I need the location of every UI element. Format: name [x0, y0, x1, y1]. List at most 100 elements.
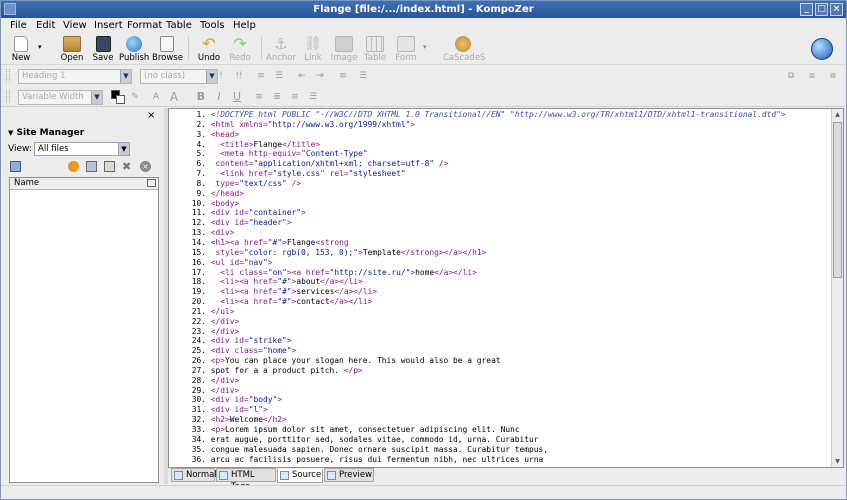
link-button[interactable]: ⛓ Link: [298, 36, 328, 64]
form-dropdown-icon[interactable]: ▾: [423, 43, 427, 51]
code-line[interactable]: 14. <h1><a href="#">Flange<strong: [169, 238, 831, 248]
code-line[interactable]: 6. content="application/xhtml+xml; chars…: [169, 159, 831, 169]
collapse-triangle-icon[interactable]: ▼: [8, 129, 13, 137]
code-line[interactable]: 34. erat augue, porttitor sed, sodales v…: [169, 435, 831, 445]
stack-up-icon[interactable]: ⧈: [805, 69, 819, 83]
open-button[interactable]: Open: [57, 36, 87, 64]
code-line[interactable]: 13. <div>: [169, 228, 831, 238]
menu-help[interactable]: Help: [233, 19, 256, 32]
code-line[interactable]: 33. <p>Lorem ipsum dolor sit amet, conse…: [169, 425, 831, 435]
source-editor[interactable]: 1. <!DOCTYPE html PUBLIC "-//W3C//DTD XH…: [168, 108, 844, 468]
code-line[interactable]: 27. spot for a a product pitch. </p>: [169, 366, 831, 376]
code-line[interactable]: 20. <li><a href="#">contact</a></li>: [169, 297, 831, 307]
close-panel-icon[interactable]: ×: [147, 110, 155, 121]
cascades-button[interactable]: CaScadeS: [443, 36, 485, 64]
code-line[interactable]: 9. </head>: [169, 189, 831, 199]
menu-tools[interactable]: Tools: [200, 19, 225, 32]
code-line[interactable]: 30. <div id="body">: [169, 395, 831, 405]
code-line[interactable]: 17. <li class="on"><a href="http://site.…: [169, 268, 831, 278]
maximize-button[interactable]: □: [815, 3, 828, 16]
code-line[interactable]: 11. <div id="container">: [169, 208, 831, 218]
underline-icon[interactable]: U: [230, 90, 244, 104]
column-picker-icon[interactable]: [147, 179, 156, 187]
redo-button[interactable]: ↷ Redo: [225, 36, 255, 64]
outdent-icon[interactable]: ⇤: [295, 69, 309, 83]
class-select[interactable]: (no class) ▼: [140, 69, 218, 84]
new-folder-icon[interactable]: [86, 161, 97, 172]
stack-down-icon[interactable]: ⧇: [826, 69, 840, 83]
source-code[interactable]: 1. <!DOCTYPE html PUBLIC "-//W3C//DTD XH…: [169, 109, 831, 467]
scroll-up-icon[interactable]: ▲: [832, 109, 843, 120]
globe-icon[interactable]: [811, 38, 833, 60]
close-button[interactable]: ×: [830, 3, 843, 16]
bold-icon[interactable]: B: [194, 90, 208, 104]
code-line[interactable]: 5. <meta http-equiv="Content-Type": [169, 149, 831, 159]
column-header-name[interactable]: Name: [10, 178, 158, 190]
menu-insert[interactable]: Insert: [94, 19, 123, 32]
align-left-text-icon[interactable]: ≡: [252, 90, 266, 104]
code-line[interactable]: 25. <div class="home">: [169, 346, 831, 356]
numbered-list-icon[interactable]: ≡: [254, 69, 268, 83]
smaller-text-icon[interactable]: A: [149, 90, 163, 104]
view-select[interactable]: All files ▼: [34, 142, 130, 156]
toolbar-grip[interactable]: [6, 90, 10, 103]
menu-view[interactable]: View: [63, 19, 87, 32]
remove-id-icon[interactable]: !!: [232, 69, 246, 83]
tab-preview[interactable]: Preview: [324, 468, 374, 482]
scroll-thumb[interactable]: [833, 122, 842, 278]
table-button[interactable]: Table: [360, 36, 390, 64]
image-button[interactable]: Image: [329, 36, 359, 64]
width-select[interactable]: Variable Width ▼: [18, 90, 103, 105]
code-line[interactable]: 16. <ul id="nav">: [169, 258, 831, 268]
code-line[interactable]: 2. <html xmlns="http://www.w3.org/1999/x…: [169, 120, 831, 130]
position-icon[interactable]: ⧉: [784, 69, 798, 83]
code-line[interactable]: 28. </div>: [169, 376, 831, 386]
code-line[interactable]: 8. type="text/css" />: [169, 179, 831, 189]
align-justify-icon[interactable]: ☰: [356, 69, 370, 83]
anchor-button[interactable]: ⚓ Anchor: [266, 36, 296, 64]
delete-icon[interactable]: ✖: [122, 160, 131, 173]
code-line[interactable]: 3. <head>: [169, 130, 831, 140]
italic-icon[interactable]: I: [212, 90, 226, 104]
code-line[interactable]: 23. </div>: [169, 327, 831, 337]
menu-table[interactable]: Table: [166, 19, 192, 32]
menu-format[interactable]: Format: [127, 19, 162, 32]
code-line[interactable]: 15. style="color: rgb(0, 153, 0);">Templ…: [169, 248, 831, 258]
code-line[interactable]: 31. <div id="l">: [169, 405, 831, 415]
code-line[interactable]: 7. <link href="style.css" rel="styleshee…: [169, 169, 831, 179]
align-center-icon[interactable]: ≣: [270, 90, 284, 104]
tab-source[interactable]: Source: [277, 469, 323, 483]
code-line[interactable]: 12. <div id="header">: [169, 218, 831, 228]
site-manager-header[interactable]: ▼ Site Manager: [4, 126, 162, 140]
window-menu-icon[interactable]: [4, 3, 16, 15]
site-icon[interactable]: [10, 161, 21, 172]
code-line[interactable]: 21. </ul>: [169, 307, 831, 317]
indent-icon[interactable]: ⇥: [313, 69, 327, 83]
menu-edit[interactable]: Edit: [36, 19, 55, 32]
code-line[interactable]: 24. <div id="strike">: [169, 336, 831, 346]
form-button[interactable]: Form: [391, 36, 421, 64]
code-line[interactable]: 26. <p>You can place your slogan here. T…: [169, 356, 831, 366]
align-left-icon[interactable]: ≡: [336, 69, 350, 83]
stop-icon[interactable]: ×: [140, 161, 151, 172]
save-button[interactable]: Save: [88, 36, 118, 64]
code-line[interactable]: 29. </div>: [169, 386, 831, 396]
align-right-icon[interactable]: ≡: [288, 90, 302, 104]
browse-button[interactable]: Browse: [152, 36, 183, 64]
tab-normal[interactable]: Normal: [171, 468, 217, 482]
larger-text-icon[interactable]: A: [167, 90, 181, 104]
code-line[interactable]: 1. <!DOCTYPE html PUBLIC "-//W3C//DTD XH…: [169, 110, 831, 120]
publish-button[interactable]: Publish: [119, 36, 149, 64]
title-bar[interactable]: Flange [file:/.../index.html] - KompoZer…: [1, 1, 846, 18]
code-line[interactable]: 35. congue malesuada sapien. Donec ornar…: [169, 445, 831, 455]
undo-button[interactable]: ↶ Undo: [194, 36, 224, 64]
new-button[interactable]: New: [6, 36, 36, 64]
site-tree[interactable]: Name: [9, 177, 159, 483]
edit-icon[interactable]: [104, 161, 115, 172]
highlight-icon[interactable]: ✎: [128, 90, 142, 104]
code-line[interactable]: 19. <li><a href="#">services</a></li>: [169, 287, 831, 297]
refresh-icon[interactable]: [68, 161, 79, 172]
menu-file[interactable]: File: [10, 19, 27, 32]
bullet-list-icon[interactable]: ☰: [272, 69, 286, 83]
tab-html-tags[interactable]: HTML Tags: [216, 468, 276, 492]
